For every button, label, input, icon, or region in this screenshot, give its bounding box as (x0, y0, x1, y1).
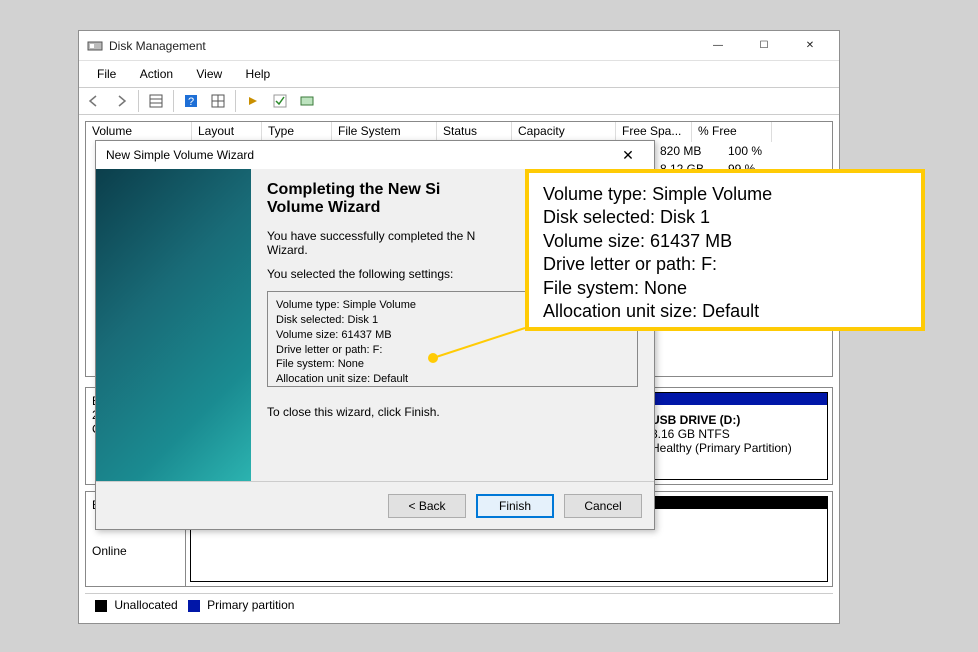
minimize-button[interactable]: — (695, 31, 741, 61)
col-status[interactable]: Status (437, 122, 512, 142)
back-icon[interactable] (82, 90, 106, 112)
refresh-icon[interactable] (295, 90, 319, 112)
back-button[interactable]: < Back (388, 494, 466, 518)
col-type[interactable]: Type (262, 122, 332, 142)
legend-swatch-unallocated (95, 600, 107, 612)
legend-swatch-primary (188, 600, 200, 612)
callout-line-text: Volume type: Simple Volume (543, 183, 907, 206)
col-freespace[interactable]: Free Spa... (616, 122, 692, 142)
row-data: 820 MB 100 % (660, 142, 762, 160)
legend-primary: Primary partition (207, 598, 294, 612)
partition-size: 8.16 GB NTFS (651, 427, 819, 441)
toolbar-separator (138, 90, 139, 112)
toolbar-separator (235, 90, 236, 112)
col-capacity[interactable]: Capacity (512, 122, 616, 142)
cancel-button[interactable]: Cancel (564, 494, 642, 518)
wizard-title: New Simple Volume Wizard (106, 148, 608, 162)
close-button[interactable]: ✕ (787, 31, 833, 61)
wizard-button-row: < Back Finish Cancel (96, 481, 654, 529)
toolbar-separator (173, 90, 174, 112)
callout-line-text: Drive letter or path: F: (543, 253, 907, 276)
menu-file[interactable]: File (87, 63, 126, 85)
partition-stripe (643, 393, 827, 405)
action-play-icon[interactable] (241, 90, 265, 112)
grid-icon[interactable] (206, 90, 230, 112)
disk1-online: Online (92, 544, 179, 558)
help-icon[interactable]: ? (179, 90, 203, 112)
menu-action[interactable]: Action (130, 63, 183, 85)
menubar: File Action View Help (79, 61, 839, 87)
wizard-close-button[interactable]: ✕ (608, 147, 648, 164)
maximize-button[interactable]: ☐ (741, 31, 787, 61)
col-layout[interactable]: Layout (192, 122, 262, 142)
titlebar: Disk Management — ☐ ✕ (79, 31, 839, 61)
wizard-sidebar-graphic (96, 169, 251, 481)
cell-free: 820 MB (660, 142, 728, 160)
grid-header: Volume Layout Type File System Status Ca… (86, 122, 832, 142)
usb-drive-partition[interactable]: USB DRIVE (D:) 8.16 GB NTFS Healthy (Pri… (642, 392, 828, 480)
disk-management-icon (87, 38, 103, 54)
legend: Unallocated Primary partition (85, 593, 833, 616)
wizard-close-instruction: To close this wizard, click Finish. (267, 405, 638, 419)
window-title: Disk Management (109, 39, 695, 53)
col-pctfree[interactable]: % Free (692, 122, 772, 142)
menu-view[interactable]: View (186, 63, 232, 85)
partition-status: Healthy (Primary Partition) (651, 441, 819, 455)
svg-text:?: ? (188, 96, 194, 108)
legend-unallocated: Unallocated (114, 598, 177, 612)
col-volume[interactable]: Volume (86, 122, 192, 142)
window-controls: — ☐ ✕ (695, 31, 833, 61)
cell-pct: 100 % (728, 142, 762, 160)
callout-line-text: File system: None (543, 277, 907, 300)
finish-button[interactable]: Finish (476, 494, 554, 518)
callout-line-text: Allocation unit size: Default (543, 300, 907, 323)
check-icon[interactable] (268, 90, 292, 112)
callout-line-text: Volume size: 61437 MB (543, 230, 907, 253)
partition-name: USB DRIVE (D:) (651, 413, 819, 427)
menu-help[interactable]: Help (236, 63, 281, 85)
toolbar: ? (79, 87, 839, 115)
col-filesystem[interactable]: File System (332, 122, 437, 142)
forward-icon[interactable] (109, 90, 133, 112)
detail-view-icon[interactable] (144, 90, 168, 112)
annotation-callout: Volume type: Simple Volume Disk selected… (525, 169, 925, 331)
callout-line-text: Disk selected: Disk 1 (543, 206, 907, 229)
wizard-titlebar: New Simple Volume Wizard ✕ (96, 141, 654, 169)
